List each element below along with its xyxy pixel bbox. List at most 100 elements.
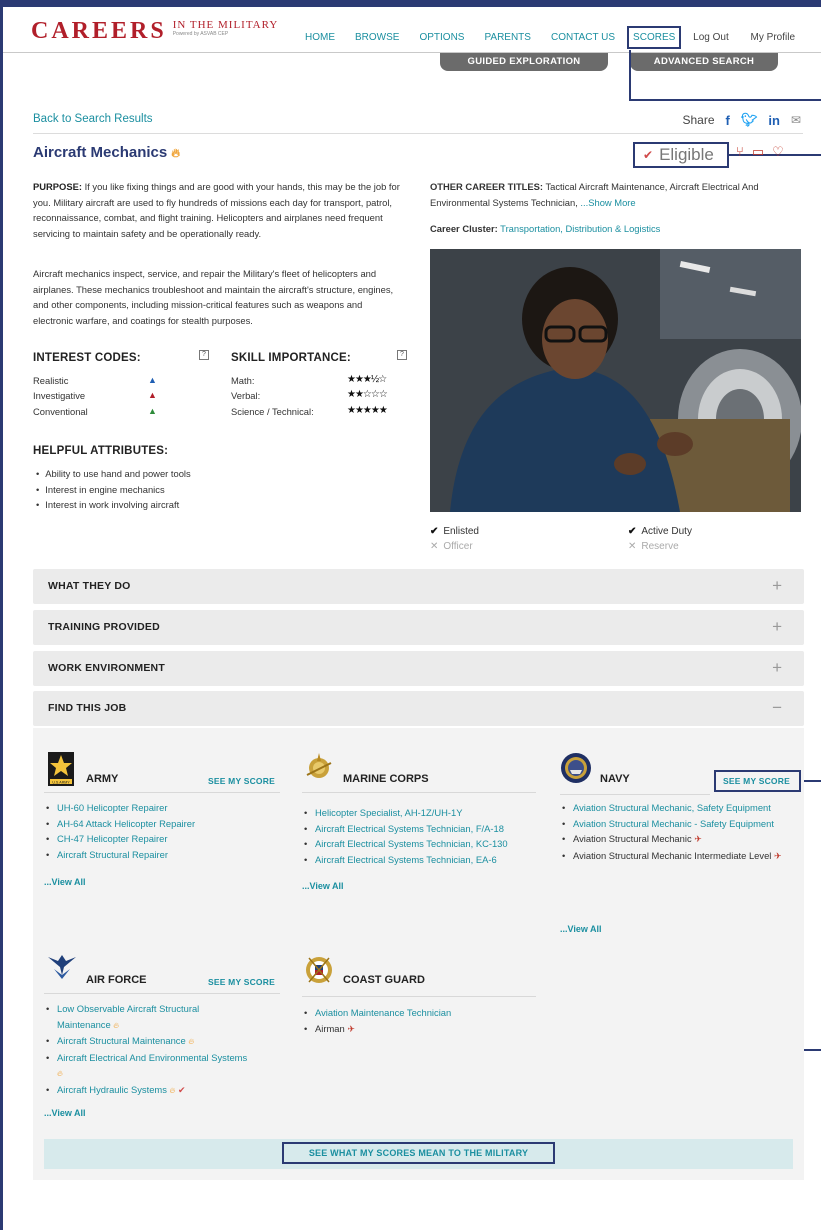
main-nav: HOME BROWSE OPTIONS PARENTS CONTACT US S… [305, 26, 695, 49]
navy-view-all-link[interactable]: ...View All [560, 924, 602, 934]
navy-see-my-score-link[interactable]: SEE MY SCORE [723, 776, 790, 786]
air-force-view-all-link[interactable]: ...View All [44, 1108, 86, 1118]
logout-link[interactable]: Log Out [693, 32, 729, 43]
divider [302, 792, 536, 793]
tab-advanced-search[interactable]: ADVANCED SEARCH [630, 53, 778, 71]
facebook-icon[interactable]: f [726, 113, 730, 128]
conventional-triangle-icon: ▲ [148, 406, 157, 416]
science-rating-stars: ★★★★★ [347, 405, 388, 416]
accordion-what-they-do[interactable]: WHAT THEY DO + [33, 569, 804, 604]
mail-icon[interactable]: ✉ [791, 113, 801, 127]
fighter-jet-icon: ✈ [773, 850, 782, 861]
job-link[interactable]: Aircraft Hydraulic Systems 🔥︎ ✔ [44, 1082, 254, 1099]
air-force-emblem-icon [46, 953, 78, 986]
job-link[interactable]: Aircraft Electrical Systems Technician, … [302, 821, 542, 837]
cluster-label: Career Cluster: [430, 223, 498, 234]
back-to-results-link[interactable]: Back to Search Results [33, 113, 153, 125]
job-link[interactable]: UH-60 Helicopter Repairer [44, 800, 284, 816]
job-link[interactable]: Aviation Maintenance Technician [302, 1005, 542, 1021]
realistic-triangle-icon: ▲ [148, 375, 157, 385]
job-link[interactable]: AH-64 Attack Helicopter Repairer [44, 816, 284, 832]
job-link[interactable]: Aircraft Electrical Systems Technician, … [302, 852, 542, 868]
eligible-badge[interactable]: ✔ Eligible [633, 142, 729, 168]
career-photo [430, 249, 801, 512]
navy-emblem-icon [560, 752, 592, 789]
divider [44, 993, 280, 994]
army-see-my-score-link[interactable]: SEE MY SCORE [208, 776, 275, 786]
purpose-paragraph: PURPOSE: If you like fixing things and a… [33, 179, 403, 241]
air-force-heading: AIR FORCE [86, 974, 147, 986]
job-link[interactable]: Aircraft Structural Repairer [44, 847, 284, 863]
heart-icon[interactable]: ♡ [772, 144, 784, 160]
job-label: Aviation Structural Mechanic Intermediat… [573, 849, 772, 861]
divider [560, 794, 710, 795]
accordion-find-this-job[interactable]: FIND THIS JOB − [33, 691, 804, 726]
job-link[interactable]: Low Observable Aircraft Structural Maint… [44, 1001, 254, 1033]
cluster-link[interactable]: Transportation, Distribution & Logistics [498, 223, 660, 234]
account-links: Log Out My Profile [674, 32, 795, 43]
flame-icon: 🔥︎ [113, 1020, 120, 1030]
list-item: Ability to use hand and power tools [36, 466, 190, 482]
job-link[interactable]: Aviation Structural Mechanic - Safety Eq… [560, 816, 798, 832]
show-more-link[interactable]: ...Show More [578, 197, 635, 208]
site-logo[interactable]: CAREERS IN THE MILITARY Powered by ASVAB… [31, 19, 278, 43]
eligible-label: Eligible [659, 145, 714, 164]
air-force-jobs-list: Low Observable Aircraft Structural Maint… [44, 1001, 254, 1098]
nav-browse[interactable]: BROWSE [355, 32, 399, 43]
compare-icon[interactable]: ⑂ [736, 144, 744, 160]
nav-contact[interactable]: CONTACT US [551, 32, 615, 43]
linkedin-icon[interactable]: in [768, 113, 780, 128]
fighter-jet-icon: ✈ [347, 1023, 355, 1034]
nav-options[interactable]: OPTIONS [419, 32, 464, 43]
fighter-jet-icon: ✈ [694, 834, 702, 844]
purpose-text: If you like fixing things and are good w… [33, 181, 400, 239]
job-link[interactable]: Aircraft Structural Maintenance 🔥︎ [44, 1033, 254, 1050]
math-rating-stars: ★★★½☆ [347, 374, 387, 385]
army-view-all-link[interactable]: ...View All [44, 877, 86, 887]
job-label: Low Observable Aircraft Structural Maint… [57, 1003, 200, 1030]
accordion-training-provided[interactable]: TRAINING PROVIDED + [33, 610, 804, 645]
my-profile-link[interactable]: My Profile [751, 32, 795, 43]
help-icon[interactable]: ? [199, 350, 209, 360]
marine-corps-view-all-link[interactable]: ...View All [302, 881, 344, 891]
minus-icon: − [772, 698, 782, 717]
twitter-icon[interactable]: 🐦︎ [741, 112, 758, 128]
help-icon[interactable]: ? [397, 350, 407, 360]
job-link[interactable]: Aircraft Electrical Systems Technician, … [302, 836, 542, 852]
active-duty-label: Active Duty [641, 526, 692, 537]
interest-label: Conventional [33, 406, 88, 417]
see-what-my-scores-mean-button[interactable]: SEE WHAT MY SCORES MEAN TO THE MILITARY [282, 1142, 555, 1164]
nav-parents[interactable]: PARENTS [484, 32, 531, 43]
job-link[interactable]: Helicopter Specialist, AH-1Z/UH-1Y [302, 805, 542, 821]
investigative-triangle-icon: ▲ [148, 390, 157, 400]
site-header: CAREERS IN THE MILITARY Powered by ASVAB… [3, 7, 821, 53]
divider [302, 996, 536, 997]
army-emblem-text: U.S.ARMY [52, 780, 70, 784]
nav-scores[interactable]: SCORES [627, 26, 682, 49]
x-icon: ✕ [628, 541, 637, 552]
air-force-see-my-score-link[interactable]: SEE MY SCORE [208, 977, 275, 987]
job-link[interactable]: Aviation Structural Mechanic, Safety Equ… [560, 800, 798, 816]
nav-home[interactable]: HOME [305, 32, 335, 43]
eligible-check-icon: ✔ [178, 1084, 186, 1095]
other-titles-label: OTHER CAREER TITLES: [430, 181, 544, 192]
list-item: Interest in work involving aircraft [36, 497, 191, 513]
army-jobs-list: UH-60 Helicopter Repairer AH-64 Attack H… [44, 800, 284, 862]
accordion-work-environment[interactable]: WORK ENVIRONMENT + [33, 651, 804, 686]
note-icon[interactable]: ▭ [752, 144, 764, 160]
service-officer: ✕ Officer [430, 541, 473, 552]
job-link[interactable]: CH-47 Helicopter Repairer [44, 831, 284, 847]
helpful-attributes-list: Ability to use hand and power tools Inte… [36, 466, 191, 513]
x-icon: ✕ [430, 541, 439, 552]
service-enlisted: ✔ Enlisted [430, 526, 479, 537]
accordion-label: WHAT THEY DO [48, 580, 131, 592]
helpful-attributes-heading: HELPFUL ATTRIBUTES: [33, 445, 169, 457]
tab-guided-exploration[interactable]: GUIDED EXPLORATION [440, 53, 608, 71]
accordion-label: FIND THIS JOB [48, 702, 127, 714]
flame-icon: 🔥︎ [188, 1037, 195, 1046]
job-link[interactable]: Aircraft Electrical And Environmental Sy… [44, 1050, 254, 1082]
interest-label: Investigative [33, 390, 86, 401]
job-label: Aircraft Hydraulic Systems [57, 1083, 167, 1095]
top-frame-bar [0, 0, 821, 7]
callout-line [801, 780, 821, 782]
